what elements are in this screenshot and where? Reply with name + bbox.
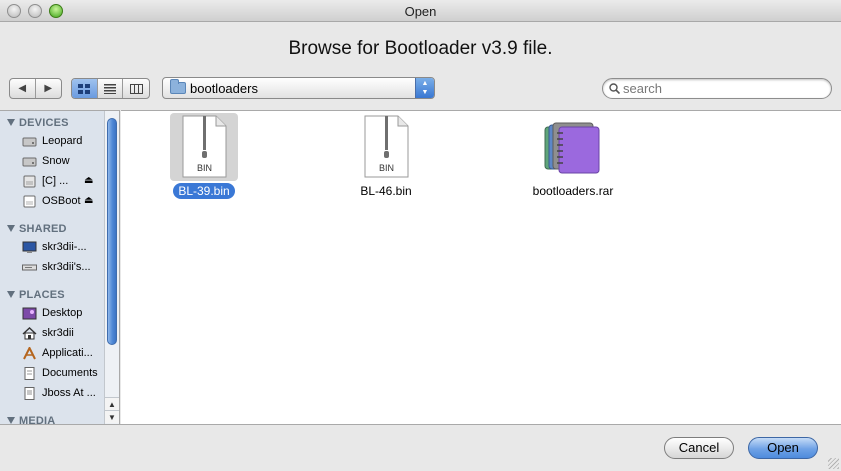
column-view-icon — [129, 83, 143, 94]
file-name: BL-46.bin — [360, 184, 412, 198]
sidebar-item-home[interactable]: skr3dii — [22, 325, 104, 343]
sidebar-item-shared-2[interactable]: skr3dii's... — [22, 259, 104, 277]
disk-icon — [23, 195, 36, 208]
folder-icon — [170, 79, 186, 94]
view-mode-buttons — [71, 78, 150, 99]
file-name: bootloaders.rar — [532, 184, 614, 198]
file-browser: BIN BL-39.bin BIN BL-46.bin bootloaders.… — [121, 110, 841, 424]
cancel-button[interactable]: Cancel — [664, 437, 734, 459]
location-popup[interactable]: bootloaders ▲ ▼ — [162, 77, 435, 99]
search-input[interactable] — [623, 81, 823, 96]
applications-icon — [23, 347, 36, 360]
icon-view-icon — [78, 83, 91, 94]
places-section-header[interactable]: PLACES — [7, 289, 65, 301]
hard-drive-icon — [22, 157, 37, 167]
file-thumbnail: BIN — [352, 113, 420, 181]
bin-file-icon: BIN — [364, 115, 409, 178]
svg-text:BIN: BIN — [379, 163, 394, 173]
sidebar-item-applications[interactable]: Applicati... — [22, 345, 104, 363]
sidebar: DEVICES Leopard Snow [C] ... ⏏ OSBoot ⏏ … — [0, 110, 120, 424]
sidebar-scrollbar[interactable]: ▲ ▼ — [104, 111, 119, 424]
document-icon — [24, 387, 35, 400]
file-name: BL-39.bin — [144, 183, 264, 199]
eject-icon[interactable]: ⏏ — [84, 195, 93, 206]
rar-archive-icon — [544, 122, 600, 174]
home-icon — [22, 327, 37, 340]
forward-arrow-icon: ▶ — [44, 83, 53, 94]
sidebar-item-leopard[interactable]: Leopard — [22, 133, 104, 151]
devices-section-header[interactable]: DEVICES — [7, 117, 69, 129]
open-button[interactable]: Open — [748, 437, 818, 459]
column-view-button[interactable] — [123, 79, 149, 98]
disclosure-triangle-icon — [7, 225, 15, 232]
icon-view-button[interactable] — [72, 79, 98, 98]
desktop-icon — [22, 307, 37, 320]
title-bar: Open — [0, 0, 841, 22]
eject-icon[interactable]: ⏏ — [84, 175, 93, 186]
sidebar-item-shared-1[interactable]: skr3dii-... — [22, 239, 104, 257]
disclosure-triangle-icon — [7, 291, 15, 298]
dialog-footer: Cancel Open — [0, 424, 841, 471]
popup-arrows-icon: ▲ ▼ — [415, 78, 434, 98]
file-thumbnail — [539, 113, 607, 181]
sidebar-item-c-drive[interactable]: [C] ... ⏏ — [22, 173, 104, 191]
file-item-bl-46[interactable]: BIN BL-46.bin — [326, 113, 446, 209]
disclosure-triangle-icon — [7, 119, 15, 126]
back-button[interactable]: ◀ — [10, 79, 36, 98]
documents-icon — [24, 367, 35, 380]
search-icon — [609, 83, 620, 94]
sidebar-item-snow[interactable]: Snow — [22, 153, 104, 171]
sidebar-item-osboot[interactable]: OSBoot ⏏ — [22, 193, 104, 211]
network-computer-icon — [22, 264, 37, 271]
disclosure-triangle-icon — [7, 417, 15, 424]
sidebar-item-desktop[interactable]: Desktop — [22, 305, 104, 323]
file-item-bl-39[interactable]: BIN BL-39.bin — [144, 113, 264, 209]
file-item-bootloaders-rar[interactable]: bootloaders.rar — [513, 113, 633, 209]
list-view-icon — [104, 83, 116, 94]
file-thumbnail: BIN — [170, 113, 238, 181]
monitor-icon — [22, 241, 37, 253]
shared-section-header[interactable]: SHARED — [7, 223, 67, 235]
history-buttons: ◀ ▶ — [9, 78, 62, 99]
scrollbar-thumb[interactable] — [107, 118, 117, 345]
window-title: Open — [404, 4, 437, 19]
hard-drive-icon — [22, 137, 37, 147]
dialog-prompt: Browse for Bootloader v3.9 file. — [288, 38, 553, 59]
sidebar-item-documents[interactable]: Documents — [22, 365, 104, 383]
forward-button[interactable]: ▶ — [36, 79, 61, 98]
back-arrow-icon: ◀ — [18, 83, 27, 94]
disk-icon — [23, 175, 36, 188]
media-section-header[interactable]: MEDIA — [7, 415, 55, 424]
sidebar-item-jboss[interactable]: Jboss At ... — [22, 385, 104, 403]
resize-grip-icon[interactable] — [828, 458, 839, 469]
list-view-button[interactable] — [98, 79, 124, 98]
svg-text:BIN: BIN — [197, 163, 212, 173]
scroll-up-arrow-icon[interactable]: ▲ — [105, 397, 119, 410]
scroll-down-arrow-icon[interactable]: ▼ — [105, 410, 119, 423]
location-label: bootloaders — [190, 81, 258, 96]
bin-file-icon: BIN — [182, 115, 227, 178]
search-field — [602, 78, 832, 99]
